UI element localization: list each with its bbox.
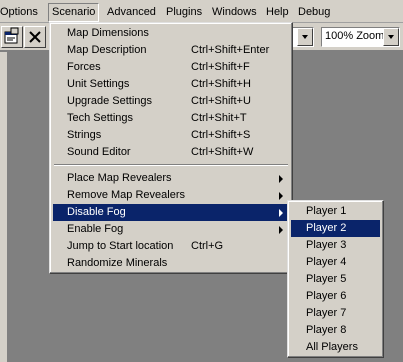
menu-item-forces[interactable]: Forces Ctrl+Shift+F (53, 59, 289, 76)
menu-item-label: Disable Fog (67, 206, 126, 218)
menu-item-shortcut: Ctrl+Shit+T (191, 112, 247, 124)
submenu-item-player-8[interactable]: Player 8 (291, 322, 380, 339)
menu-item-label: Unit Settings (67, 78, 130, 90)
menu-bar: Options Scenario Advanced Plugins Window… (0, 0, 403, 23)
submenu-arrow-icon (279, 209, 283, 217)
delete-button[interactable] (24, 26, 46, 48)
menu-options[interactable]: Options (0, 5, 38, 21)
menu-item-upgrade-settings[interactable]: Upgrade Settings Ctrl+Shift+U (53, 93, 289, 110)
menu-item-shortcut: Ctrl+Shift+Enter (191, 44, 270, 56)
menu-item-shortcut: Ctrl+Shift+H (191, 78, 251, 90)
properties-icon (4, 27, 19, 44)
submenu-item-player-5[interactable]: Player 5 (291, 271, 380, 288)
menu-item-sound-editor[interactable]: Sound Editor Ctrl+Shift+W (53, 144, 289, 161)
menu-item-shortcut: Ctrl+Shift+F (191, 61, 250, 73)
menu-item-jump-to-start-location[interactable]: Jump to Start location Ctrl+G (53, 238, 289, 255)
menu-windows[interactable]: Windows (212, 5, 257, 21)
menu-help[interactable]: Help (266, 5, 289, 21)
menu-item-disable-fog[interactable]: Disable Fog (53, 204, 289, 221)
submenu-item-label: Player 3 (306, 239, 347, 251)
menu-item-place-map-revealers[interactable]: Place Map Revealers (53, 170, 289, 187)
submenu-item-player-7[interactable]: Player 7 (291, 305, 380, 322)
scenario-menu: Map Dimensions Map Description Ctrl+Shif… (49, 22, 293, 274)
menu-item-label: Sound Editor (67, 146, 131, 158)
submenu-item-player-6[interactable]: Player 6 (291, 288, 380, 305)
submenu-item-label: Player 8 (306, 324, 347, 336)
menu-item-label: Jump to Start location (67, 240, 174, 252)
menu-item-label: Map Description (67, 44, 147, 56)
menu-item-unit-settings[interactable]: Unit Settings Ctrl+Shift+H (53, 76, 289, 93)
menu-item-label: Forces (67, 61, 101, 73)
menu-item-map-description[interactable]: Map Description Ctrl+Shift+Enter (53, 42, 289, 59)
submenu-item-label: Player 4 (306, 256, 347, 268)
menu-item-label: Map Dimensions (67, 27, 149, 39)
menu-item-randomize-minerals[interactable]: Randomize Minerals (53, 255, 289, 272)
menu-item-label: Enable Fog (67, 223, 124, 235)
player-submenu: Player 1 Player 2 Player 3 Player 4 Play… (287, 200, 384, 358)
menu-item-shortcut: Ctrl+Shift+W (191, 146, 254, 158)
submenu-item-player-1[interactable]: Player 1 (291, 203, 380, 220)
menu-debug[interactable]: Debug (298, 5, 330, 21)
submenu-arrow-icon (279, 226, 283, 234)
chevron-down-icon[interactable] (297, 28, 313, 46)
menu-plugins[interactable]: Plugins (166, 5, 202, 21)
menu-separator (54, 164, 288, 166)
menu-item-shortcut: Ctrl+G (191, 240, 224, 252)
zoom-combo-value: 100% Zoom (325, 30, 385, 42)
submenu-item-all-players[interactable]: All Players (291, 339, 380, 356)
menu-item-label: Remove Map Revealers (67, 189, 185, 201)
submenu-item-label: Player 5 (306, 273, 347, 285)
menu-item-label: Tech Settings (67, 112, 134, 124)
menu-item-label: Upgrade Settings (67, 95, 152, 107)
submenu-arrow-icon (279, 192, 283, 200)
menu-advanced[interactable]: Advanced (107, 5, 156, 21)
submenu-item-player-4[interactable]: Player 4 (291, 254, 380, 271)
chevron-down-icon[interactable] (383, 28, 399, 46)
menu-item-shortcut: Ctrl+Shift+U (191, 95, 251, 107)
submenu-item-label: Player 1 (306, 205, 347, 217)
submenu-item-label: Player 7 (306, 307, 347, 319)
close-icon (29, 31, 41, 43)
left-pane (0, 52, 8, 362)
submenu-item-player-3[interactable]: Player 3 (291, 237, 380, 254)
submenu-item-player-2[interactable]: Player 2 (291, 220, 380, 237)
menu-item-label: Randomize Minerals (67, 257, 168, 269)
zoom-combo[interactable]: 100% Zoom (321, 27, 400, 47)
menu-item-map-dimensions[interactable]: Map Dimensions (53, 25, 289, 42)
submenu-item-label: All Players (306, 341, 358, 353)
submenu-arrow-icon (279, 175, 283, 183)
layer-combo[interactable] (290, 27, 314, 47)
menu-item-tech-settings[interactable]: Tech Settings Ctrl+Shit+T (53, 110, 289, 127)
submenu-item-label: Player 2 (306, 222, 347, 234)
menu-scenario[interactable]: Scenario (48, 3, 100, 22)
menu-item-strings[interactable]: Strings Ctrl+Shift+S (53, 127, 289, 144)
menu-item-remove-map-revealers[interactable]: Remove Map Revealers (53, 187, 289, 204)
submenu-item-label: Player 6 (306, 290, 347, 302)
menu-item-label: Place Map Revealers (67, 172, 172, 184)
menu-item-shortcut: Ctrl+Shift+S (191, 129, 251, 141)
properties-button[interactable] (1, 26, 23, 48)
menu-item-label: Strings (67, 129, 102, 141)
menu-item-enable-fog[interactable]: Enable Fog (53, 221, 289, 238)
